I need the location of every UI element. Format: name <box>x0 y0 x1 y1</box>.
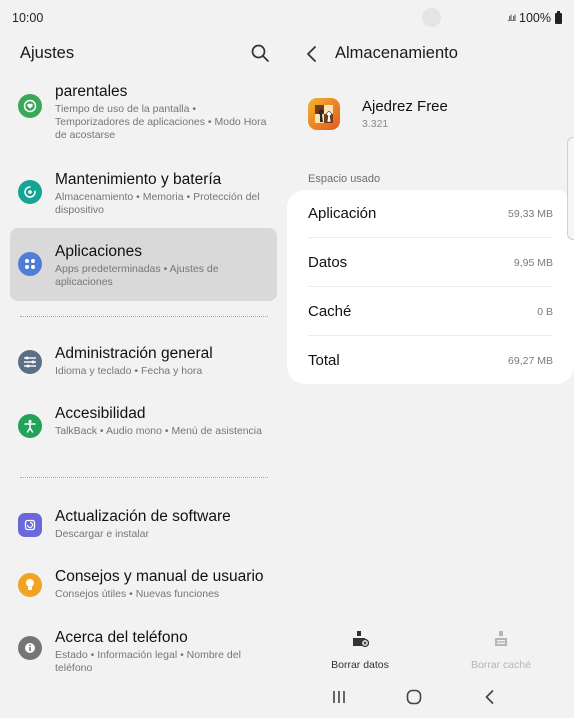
settings-item-title: Administración general <box>55 345 213 362</box>
battery-icon <box>555 10 562 24</box>
scroll-indicator[interactable] <box>567 137 574 240</box>
storage-row-label: Aplicación <box>308 205 377 222</box>
page-title: Almacenamiento <box>335 44 458 62</box>
row-separator <box>308 335 553 336</box>
back-icon[interactable] <box>480 687 500 707</box>
settings-item-subtitle: Apps predeterminadas • Ajustes de aplica… <box>55 263 219 288</box>
storage-pane: Almacenamiento Ajedrez Free 3.321 Espaci… <box>287 34 574 718</box>
clear-cache-label: Borrar caché <box>470 659 532 671</box>
page-title: Ajustes <box>20 44 75 62</box>
settings-item-subtitle: Tiempo de uso de la pantalla • Temporiza… <box>55 103 267 141</box>
storage-row-label: Total <box>308 352 340 369</box>
clear-data-icon <box>353 631 370 648</box>
settings-item-subtitle: Almacenamiento • Memoria • Protección de… <box>55 191 260 216</box>
storage-row-label: Caché <box>308 303 352 320</box>
settings-item-accessibility[interactable]: Accesibilidad TalkBack • Audio mono • Me… <box>10 400 277 460</box>
home-icon[interactable] <box>404 687 424 707</box>
settings-item-title: Mantenimiento y batería <box>55 171 222 188</box>
back-arrow-icon[interactable] <box>305 44 319 64</box>
storage-row-cache: Caché 0 B <box>287 288 574 336</box>
settings-item-subtitle: Descargar e instalar <box>55 528 149 540</box>
battery-percent: 100% <box>519 11 551 25</box>
storage-header: Almacenamiento <box>287 34 574 74</box>
clear-data-button[interactable]: Borrar datos <box>305 630 415 680</box>
apps-icon <box>18 252 42 276</box>
software-update-icon <box>18 513 42 537</box>
storage-row-value: 9,95 MB <box>513 257 553 269</box>
settings-item-device-care[interactable]: Mantenimiento y batería Almacenamiento •… <box>10 162 277 222</box>
settings-item-subtitle: Consejos útiles • Nuevas funciones <box>55 588 220 600</box>
settings-item-title: Acerca del teléfono <box>55 629 188 646</box>
accessibility-icon <box>18 414 42 438</box>
row-separator <box>308 286 553 287</box>
camera-cutout <box>422 8 441 27</box>
storage-row-data: Datos 9,95 MB <box>287 239 574 287</box>
navigation-bar <box>287 682 574 712</box>
storage-row-total: Total 69,27 MB <box>287 337 574 385</box>
settings-item-title: parentales <box>55 83 128 100</box>
settings-item-title: Aplicaciones <box>55 243 143 260</box>
storage-row-value: 69,27 MB <box>508 355 553 367</box>
storage-row-label: Datos <box>308 254 348 271</box>
clear-data-label: Borrar datos <box>331 659 389 671</box>
settings-item-title: Accesibilidad <box>55 405 146 422</box>
tips-icon <box>18 573 42 597</box>
general-management-icon <box>18 350 42 374</box>
parental-controls-icon <box>18 94 42 118</box>
status-icons: .ıl.ıl 100% <box>507 10 562 25</box>
settings-item-subtitle: Estado • Información legal • Nombre del … <box>55 649 241 674</box>
settings-list[interactable]: parentales Tiempo de uso de la pantalla … <box>0 78 287 718</box>
status-time: 10:00 <box>12 11 44 25</box>
bottom-actions: Borrar datos Borrar caché <box>287 630 574 680</box>
list-divider <box>20 477 268 478</box>
settings-item-title: Consejos y manual de usuario <box>55 568 264 585</box>
storage-row-value: 59,33 MB <box>508 208 553 220</box>
settings-header: Ajustes <box>0 34 287 74</box>
list-divider <box>20 316 268 317</box>
storage-row-app: Aplicación 59,33 MB <box>287 190 574 238</box>
row-separator <box>308 237 553 238</box>
app-version: 3.321 <box>362 118 389 130</box>
settings-item-subtitle: TalkBack • Audio mono • Menú de asistenc… <box>55 425 262 437</box>
storage-row-value: 0 B <box>537 306 553 318</box>
search-icon[interactable] <box>250 43 270 63</box>
storage-usage-card: Aplicación 59,33 MB Datos 9,95 MB Caché … <box>287 190 574 384</box>
recent-apps-icon[interactable] <box>329 687 349 707</box>
settings-item-apps[interactable]: Aplicaciones Apps predeterminadas • Ajus… <box>10 228 277 301</box>
clear-cache-icon <box>495 631 507 646</box>
app-info: Ajedrez Free 3.321 <box>287 92 574 136</box>
settings-item-general-management[interactable]: Administración general Idioma y teclado … <box>10 340 277 384</box>
settings-item-title: Actualización de software <box>55 508 231 525</box>
about-phone-icon <box>18 636 42 660</box>
signal-icon: .ıl.ıl <box>507 13 516 23</box>
device-care-icon <box>18 180 42 204</box>
settings-item-subtitle: Idioma y teclado • Fecha y hora <box>55 365 203 377</box>
chess-app-icon <box>308 98 340 130</box>
settings-item-about-phone[interactable]: Acerca del teléfono Estado • Información… <box>10 624 277 684</box>
clear-cache-button[interactable]: Borrar caché <box>446 630 556 680</box>
section-label: Espacio usado <box>308 173 381 185</box>
settings-item-parental-controls[interactable]: parentales Tiempo de uso de la pantalla … <box>10 78 277 148</box>
status-bar: 10:00 .ıl.ıl 100% <box>0 0 574 34</box>
settings-item-tips[interactable]: Consejos y manual de usuario Consejos út… <box>10 563 277 607</box>
settings-item-software-update[interactable]: Actualización de software Descargar e in… <box>10 503 277 547</box>
settings-pane: Ajustes parentales Tiempo de uso de la p… <box>0 34 287 718</box>
app-name: Ajedrez Free <box>362 98 448 115</box>
